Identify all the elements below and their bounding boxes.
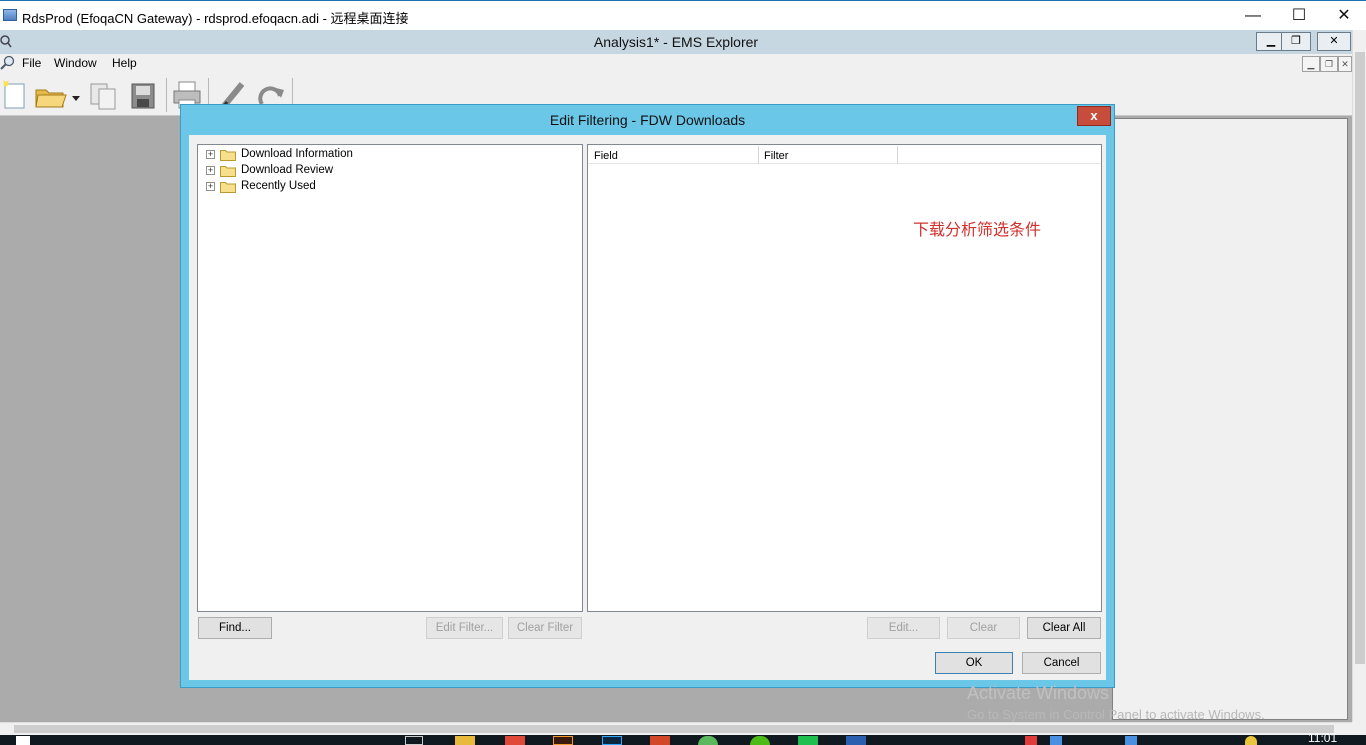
dialog-close-button[interactable]: x: [1077, 106, 1111, 126]
activate-windows-title: Activate Windows: [967, 683, 1110, 703]
ok-button[interactable]: OK: [935, 652, 1013, 674]
tray-icon[interactable]: [1125, 736, 1137, 745]
taskbar: 11:01: [0, 731, 1366, 745]
analysis-document-window: [1112, 118, 1348, 720]
scrollbar-thumb[interactable]: [1355, 52, 1365, 664]
horizontal-scrollbar[interactable]: [0, 722, 1352, 735]
tree-item-label: Recently Used: [241, 180, 316, 192]
edit-filtering-dialog: Edit Filtering - FDW Downloads x + Downl…: [180, 104, 1115, 688]
illustrator-icon[interactable]: [553, 736, 573, 745]
app-window-title: Analysis1* - EMS Explorer: [593, 34, 759, 50]
app-restore-button[interactable]: ❐: [1281, 32, 1311, 51]
mdi-minimize-button[interactable]: ▁: [1302, 56, 1320, 72]
remote-desktop-taskbar-icon[interactable]: [846, 736, 866, 745]
powerpoint-icon[interactable]: [650, 736, 670, 745]
filter-grid[interactable]: Field Filter 下载分析筛选条件: [587, 144, 1102, 612]
chrome-icon[interactable]: [505, 736, 525, 745]
menu-help[interactable]: Help: [112, 56, 137, 70]
menu-file[interactable]: File: [22, 56, 41, 70]
vertical-scrollbar[interactable]: [1352, 30, 1366, 722]
expand-icon[interactable]: +: [206, 182, 215, 191]
messaging-app-icon[interactable]: [798, 736, 818, 745]
taskbar-clock[interactable]: 11:01: [1308, 731, 1337, 745]
remote-desktop-icon: [3, 9, 17, 21]
app-close-button[interactable]: ✕: [1317, 32, 1351, 51]
tray-icon[interactable]: [1025, 736, 1037, 745]
tree-item-label: Download Review: [241, 164, 334, 176]
tray-icon[interactable]: [1245, 736, 1257, 745]
task-view-icon[interactable]: [405, 736, 423, 745]
start-icon[interactable]: [16, 736, 30, 745]
file-explorer-icon[interactable]: [455, 736, 475, 745]
open-icon[interactable]: [34, 78, 80, 112]
find-button[interactable]: Find...: [198, 617, 272, 639]
dialog-body: + Download Information + Download Review…: [189, 135, 1106, 680]
copy-icon[interactable]: [88, 78, 122, 112]
rdp-minimize-button[interactable]: —: [1230, 3, 1276, 29]
new-icon[interactable]: [0, 78, 34, 112]
menu-bar: File Window Help ▁ ❐ ✕: [0, 54, 1352, 74]
expand-icon[interactable]: +: [206, 150, 215, 159]
menu-window[interactable]: Window: [54, 56, 97, 70]
column-header-empty: [898, 146, 1101, 164]
rdp-title-bar: RdsProd (EfoqaCN Gateway) - rdsprod.efoq…: [0, 0, 1366, 30]
green-app-icon[interactable]: [750, 736, 770, 745]
rdp-window-title: RdsProd (EfoqaCN Gateway) - rdsprod.efoq…: [22, 11, 409, 26]
cancel-button[interactable]: Cancel: [1022, 652, 1101, 674]
wechat-icon[interactable]: [698, 736, 718, 745]
mdi-restore-button[interactable]: ❐: [1320, 56, 1338, 72]
clear-all-button[interactable]: Clear All: [1027, 617, 1101, 639]
save-icon[interactable]: [128, 78, 162, 112]
rdp-maximize-button[interactable]: ☐: [1276, 3, 1322, 29]
annotation-text: 下载分析筛选条件: [913, 222, 1042, 239]
edit-filter-button[interactable]: Edit Filter...: [426, 617, 503, 639]
magnifier-icon: [0, 55, 15, 70]
clear-filter-button[interactable]: Clear Filter: [508, 617, 582, 639]
activate-windows-subtitle: Go to System in Control Panel to activat…: [967, 707, 1265, 722]
mdi-close-button[interactable]: ✕: [1338, 56, 1352, 72]
clear-button[interactable]: Clear: [947, 617, 1020, 639]
field-tree[interactable]: + Download Information + Download Review…: [197, 144, 583, 612]
photoshop-icon[interactable]: [602, 736, 622, 745]
expand-icon[interactable]: +: [206, 166, 215, 175]
tray-icon[interactable]: [1050, 736, 1062, 745]
rdp-close-button[interactable]: ✕: [1321, 3, 1366, 29]
tree-item-label: Download Information: [241, 148, 353, 160]
column-header-field[interactable]: Field: [589, 146, 759, 164]
app-title-bar: Analysis1* - EMS Explorer ▁ ❐ ✕: [0, 30, 1352, 54]
edit-button[interactable]: Edit...: [867, 617, 940, 639]
dialog-title: Edit Filtering - FDW Downloads: [549, 112, 746, 128]
folder-icon: [220, 150, 236, 161]
toolbar-separator: [166, 78, 167, 112]
folder-icon: [220, 166, 236, 177]
column-header-filter[interactable]: Filter: [759, 146, 898, 164]
folder-icon: [220, 182, 236, 193]
scrollbar-thumb[interactable]: [14, 725, 1334, 733]
